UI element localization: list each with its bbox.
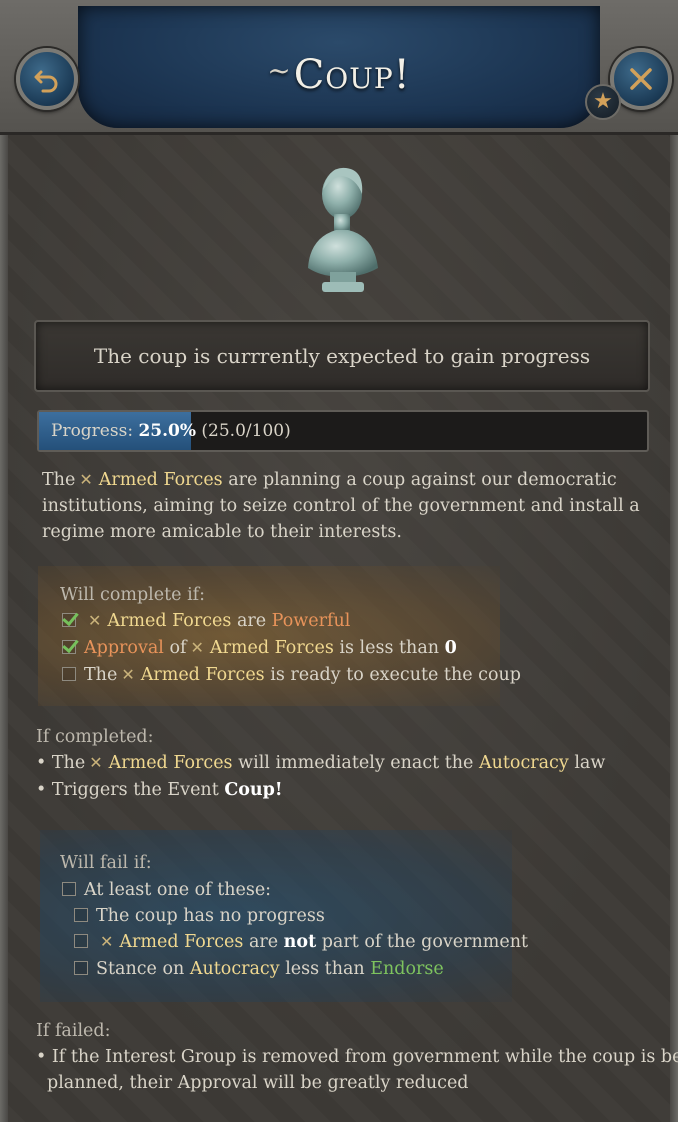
checkbox-empty-icon — [74, 934, 88, 948]
fail-group-label: At least one of these: — [84, 880, 272, 900]
interest-group-link[interactable]: Armed Forces — [119, 932, 243, 952]
checkbox-empty-icon — [74, 961, 88, 975]
fail-condition: The coup has no progress — [74, 903, 325, 929]
condition-text: is ready to execute the coup — [270, 665, 521, 685]
checkbox-empty-icon — [74, 908, 88, 922]
coup-progress-bar: Progress: 25.0% (25.0/100) — [37, 410, 649, 452]
checkbox-checked-icon — [62, 640, 76, 654]
panel-frame-left — [0, 120, 8, 1122]
effect-text: law — [574, 753, 606, 773]
effect-text: will immediately enact the — [238, 753, 474, 773]
back-button[interactable] — [16, 48, 78, 110]
if-completed-effect: • Triggers the Event Coup! — [36, 777, 283, 803]
crossed-swords-icon: ✕ — [89, 753, 103, 772]
panel-frame-right — [670, 120, 678, 1122]
complete-condition: Approval of ✕ Armed Forces is less than 0 — [62, 635, 457, 661]
approval-link[interactable]: Approval — [84, 638, 164, 658]
crossed-swords-icon: ✕ — [79, 470, 93, 489]
undo-arrow-icon — [34, 70, 58, 93]
condition-text: is less than — [339, 638, 440, 658]
complete-heading: Will complete if: — [60, 585, 206, 605]
condition-text: of — [169, 638, 187, 658]
if-failed-heading: If failed: — [36, 1021, 111, 1041]
interest-group-link[interactable]: Armed Forces — [109, 753, 233, 773]
condition-emphasis: not — [283, 932, 317, 952]
condition-text: are — [248, 932, 279, 952]
crossed-swords-icon: ✕ — [88, 611, 102, 630]
panel-title: ~Coup! — [0, 52, 678, 98]
checkbox-empty-icon — [62, 667, 76, 681]
law-link[interactable]: Autocracy — [190, 959, 280, 979]
if-completed-heading: If completed: — [36, 727, 154, 747]
interest-group-link[interactable]: Armed Forces — [99, 470, 223, 490]
progress-value: (25.0/100) — [201, 421, 291, 441]
effect-text: • Triggers the Event — [36, 780, 219, 800]
if-completed-effect: • The ✕ Armed Forces will immediately enac… — [36, 750, 605, 776]
crossed-swords-icon: ✕ — [190, 638, 204, 657]
favorite-button[interactable]: ★ — [585, 84, 621, 120]
fail-condition: ✕ Armed Forces are not part of the govern… — [74, 929, 528, 955]
condition-text: less than — [285, 959, 365, 979]
title-text: Coup! — [293, 52, 411, 98]
condition-value: Powerful — [271, 611, 351, 631]
fail-condition: Stance on Autocracy less than Endorse — [74, 956, 444, 982]
crossed-swords-icon: ✕ — [100, 932, 114, 951]
condition-text: part of the government — [321, 932, 529, 952]
progress-label: Progress: — [51, 421, 134, 441]
condition-text: are — [236, 611, 267, 631]
if-failed-effect-line1: • If the Interest Group is removed from … — [36, 1047, 678, 1067]
if-failed-effect-line2: planned, their Approval will be greatly … — [47, 1073, 469, 1093]
checkbox-empty-icon — [62, 882, 76, 896]
condition-text: The — [84, 665, 118, 685]
condition-text: Stance on — [96, 959, 185, 979]
fail-heading: Will fail if: — [60, 853, 152, 873]
coup-status-text: The coup is currrently expected to gain … — [93, 344, 591, 368]
complete-condition: ✕ Armed Forces are Powerful — [62, 608, 350, 634]
law-link[interactable]: Autocracy — [479, 753, 569, 773]
stance-value: Endorse — [370, 959, 444, 979]
checkbox-checked-icon — [62, 613, 76, 627]
title-flourish: ~ — [267, 54, 292, 87]
close-x-icon — [630, 68, 652, 90]
event-link[interactable]: Coup! — [224, 780, 282, 800]
bust-illustration — [308, 167, 378, 292]
desc-prefix: The — [42, 470, 76, 490]
condition-text: The coup has no progress — [96, 906, 325, 926]
progress-percent: 25.0% — [138, 421, 197, 441]
coup-description: The ✕ Armed Forces are planning a coup aga… — [42, 467, 642, 545]
condition-value: 0 — [444, 638, 457, 658]
interest-group-link[interactable]: Armed Forces — [107, 611, 231, 631]
interest-group-link[interactable]: Armed Forces — [141, 665, 265, 685]
complete-condition: The ✕ Armed Forces is ready to execute the… — [62, 662, 521, 688]
progress-text: Progress: 25.0% (25.0/100) — [51, 412, 291, 450]
interest-group-link[interactable]: Armed Forces — [210, 638, 334, 658]
crossed-swords-icon: ✕ — [121, 665, 135, 684]
star-icon: ★ — [593, 89, 613, 114]
effect-text: • The — [36, 753, 86, 773]
coup-status-box: The coup is currrently expected to gain … — [34, 320, 650, 392]
fail-group: At least one of these: — [62, 877, 271, 903]
